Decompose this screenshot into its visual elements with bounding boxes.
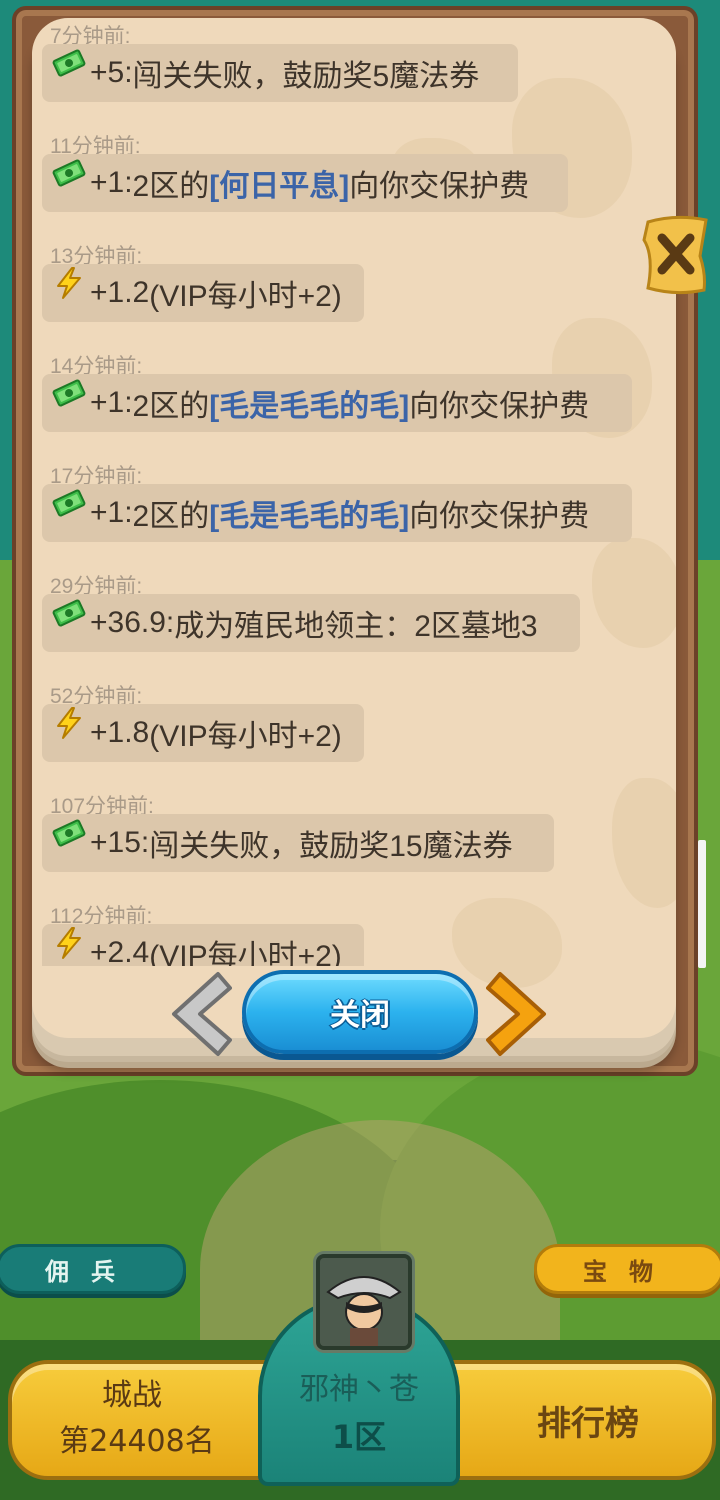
close-button[interactable]: 关闭 [242, 970, 478, 1054]
log-entry-text: 2区的 [132, 390, 210, 423]
scrollbar-thumb[interactable] [698, 840, 706, 968]
cash-icon [52, 599, 90, 644]
log-entry-text: (VIP每小时+2) [149, 940, 342, 966]
mercenary-button[interactable]: 佣兵 [0, 1244, 186, 1294]
log-entry-message: +36.9: 成为殖民地领主：2区墓地3 [42, 594, 580, 652]
lightning-icon [52, 927, 90, 966]
log-entry-amount: +2.4 [90, 936, 150, 966]
log-entry-amount: +1.2 [90, 276, 150, 309]
log-entry-message: +2.4 (VIP每小时+2) [42, 924, 364, 966]
log-entry-text: 2区的 [132, 500, 210, 533]
next-page-button[interactable] [486, 968, 558, 1060]
cash-icon [52, 819, 90, 864]
log-entry-message: +15: 闯关失败，鼓励奖15魔法券 [42, 814, 554, 872]
log-entry-text: 闯关失败，鼓励奖5魔法券 [132, 60, 480, 93]
log-entry-text: 闯关失败，鼓励奖15魔法券 [149, 830, 513, 863]
log-entry-amount: +1: [90, 166, 133, 199]
city-war-rank: 第24408名 [59, 1424, 215, 1459]
log-entry-message: +1: 2区的 [毛是毛毛的毛] 向你交保护费 [42, 374, 632, 432]
log-entry-message: +1: 2区的 [何日平息] 向你交保护费 [42, 154, 568, 212]
treasure-button[interactable]: 宝物 [534, 1244, 720, 1294]
log-entry-amount: +15: [90, 826, 150, 859]
log-entry-amount: +5: [90, 56, 133, 89]
log-entry-player[interactable]: [何日平息] [209, 161, 349, 205]
log-entry-message: +1: 2区的 [毛是毛毛的毛] 向你交保护费 [42, 484, 632, 542]
lightning-icon [52, 267, 90, 314]
lightning-icon [52, 707, 90, 754]
previous-page-button[interactable] [160, 968, 232, 1060]
city-war-panel[interactable]: 城战 第24408名 [8, 1360, 298, 1480]
avatar-portrait-icon [320, 1258, 408, 1346]
leaderboard-button[interactable]: 排行榜 [420, 1360, 716, 1480]
close-x-button[interactable] [640, 212, 712, 296]
cash-icon [52, 489, 90, 534]
close-x-icon [642, 215, 708, 295]
leaderboard-label: 排行榜 [537, 1403, 639, 1444]
city-war-label: 城战 [102, 1378, 162, 1413]
log-entry-text-after: 向你交保护费 [409, 390, 590, 423]
player-name: 邪神丶苍 [299, 1372, 419, 1407]
log-feed[interactable]: 7分钟前: +5: 闯关失败，鼓励奖5魔法券 11分钟前: +1: 2区的 [何日平息]… [42, 20, 672, 966]
player-zone: 1区 [331, 1418, 387, 1456]
log-entry-amount: +1.8 [90, 716, 150, 749]
chevron-left-icon [172, 972, 232, 1056]
log-entry-text: 成为殖民地领主：2区墓地3 [174, 610, 538, 643]
log-entry-amount: +36.9: [90, 606, 175, 639]
log-entry-player[interactable]: [毛是毛毛的毛] [209, 381, 409, 425]
log-entry-text-after: 向你交保护费 [349, 170, 530, 203]
log-entry-text: (VIP每小时+2) [149, 720, 342, 753]
log-entry-amount: +1: [90, 496, 133, 529]
log-entry-player[interactable]: [毛是毛毛的毛] [209, 491, 409, 535]
cash-icon [52, 49, 90, 94]
log-entry-text-after: 向你交保护费 [409, 500, 590, 533]
chevron-right-icon [486, 972, 546, 1056]
log-entry-text: 2区的 [132, 170, 210, 203]
log-entry-message: +1.8 (VIP每小时+2) [42, 704, 364, 762]
avatar[interactable] [316, 1254, 412, 1350]
log-entry-message: +1.2 (VIP每小时+2) [42, 264, 364, 322]
cash-icon [52, 379, 90, 424]
cash-icon [52, 159, 90, 204]
log-entry-amount: +1: [90, 386, 133, 419]
log-entry-message: +5: 闯关失败，鼓励奖5魔法券 [42, 44, 518, 102]
log-entry-text: (VIP每小时+2) [149, 280, 342, 313]
